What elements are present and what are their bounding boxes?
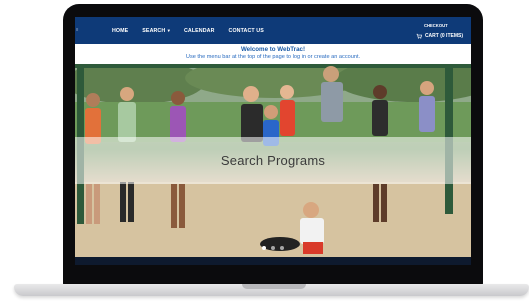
search-programs-heading: Search Programs	[220, 153, 326, 168]
checkout-area[interactable]: CHECKOUT CART (0 ITEMS)	[416, 23, 463, 39]
carousel-indicators	[75, 246, 471, 250]
nav-search-label: SEARCH	[142, 27, 166, 34]
carousel-dot[interactable]	[280, 246, 284, 250]
carousel-dot[interactable]	[271, 246, 275, 250]
checkout-label: CHECKOUT	[423, 23, 448, 28]
welcome-title: Welcome to WebTrac!	[240, 46, 306, 53]
laptop-notch	[242, 284, 306, 289]
hero-carousel[interactable]: Search Programs	[75, 64, 471, 257]
welcome-banner: Welcome to WebTrac! Use the menu bar at …	[75, 44, 471, 64]
welcome-subtitle: Use the menu bar at the top of the page …	[185, 54, 361, 60]
search-programs-band[interactable]: Search Programs	[75, 137, 471, 184]
top-navbar: ≡ HOME SEARCH ▾ CALENDAR CONTACT US CHEC…	[75, 17, 471, 44]
carousel-dot[interactable]	[262, 246, 266, 250]
nav-calendar[interactable]: CALENDAR	[184, 28, 215, 34]
cart-label: CART (0 ITEMS)	[424, 33, 463, 39]
laptop-screen: ≡ HOME SEARCH ▾ CALENDAR CONTACT US CHEC…	[75, 17, 471, 265]
cart-icon	[416, 33, 422, 39]
nav-menu: HOME SEARCH ▾ CALENDAR CONTACT US	[112, 17, 264, 44]
cart-link[interactable]: CART (0 ITEMS)	[416, 33, 463, 39]
nav-home[interactable]: HOME	[112, 28, 128, 34]
page-footer-strip	[75, 257, 471, 265]
menu-icon[interactable]: ≡	[76, 27, 80, 32]
caret-down-icon: ▾	[166, 27, 170, 33]
nav-search[interactable]: SEARCH ▾	[142, 28, 170, 34]
nav-contact-us[interactable]: CONTACT US	[229, 28, 264, 34]
